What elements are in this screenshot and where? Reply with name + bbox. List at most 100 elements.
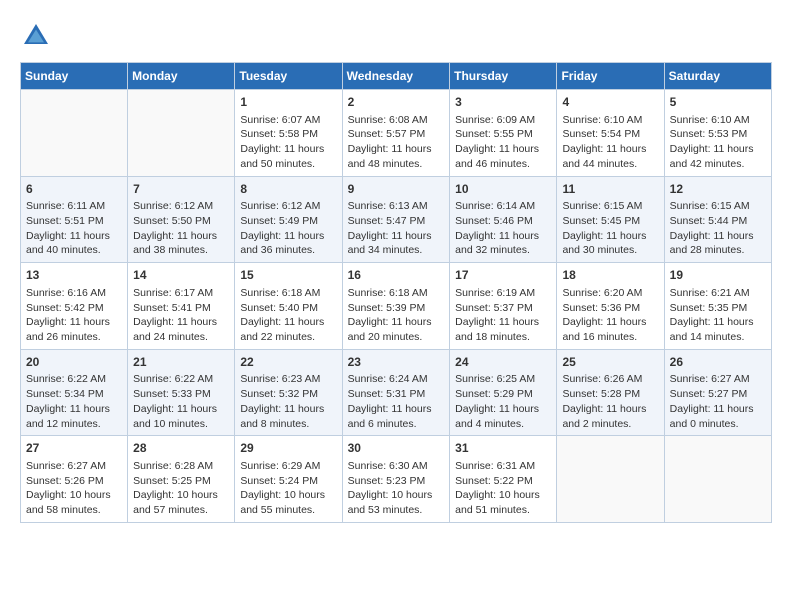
day-content: Sunrise: 6:17 AM Sunset: 5:41 PM Dayligh… — [133, 286, 229, 345]
day-number: 2 — [348, 94, 445, 111]
calendar-cell — [21, 90, 128, 177]
calendar-week-1: 1 Sunrise: 6:07 AM Sunset: 5:58 PM Daylig… — [21, 90, 772, 177]
day-number: 19 — [670, 267, 766, 284]
calendar-header: SundayMondayTuesdayWednesdayThursdayFrid… — [21, 63, 772, 90]
day-content: Sunrise: 6:13 AM Sunset: 5:47 PM Dayligh… — [348, 199, 445, 258]
day-number: 20 — [26, 354, 122, 371]
day-number: 10 — [455, 181, 551, 198]
day-number: 22 — [240, 354, 336, 371]
calendar-cell: 15Sunrise: 6:18 AM Sunset: 5:40 PM Dayli… — [235, 263, 342, 350]
day-number: 17 — [455, 267, 551, 284]
logo-icon — [20, 20, 52, 52]
header-day-tuesday: Tuesday — [235, 63, 342, 90]
header-day-monday: Monday — [128, 63, 235, 90]
calendar-cell: 5 Sunrise: 6:10 AM Sunset: 5:53 PM Daylig… — [664, 90, 771, 177]
day-content: Sunrise: 6:26 AM Sunset: 5:28 PM Dayligh… — [562, 372, 658, 431]
calendar-cell: 29Sunrise: 6:29 AM Sunset: 5:24 PM Dayli… — [235, 436, 342, 523]
calendar-week-5: 27Sunrise: 6:27 AM Sunset: 5:26 PM Dayli… — [21, 436, 772, 523]
header-day-saturday: Saturday — [664, 63, 771, 90]
calendar-cell: 16 Sunrise: 6:18 AM Sunset: 5:39 PM Dayli… — [342, 263, 450, 350]
day-number: 18 — [562, 267, 658, 284]
day-number: 9 — [348, 181, 445, 198]
day-content: Sunrise: 6:15 AM Sunset: 5:45 PM Dayligh… — [562, 199, 658, 258]
calendar-week-4: 20Sunrise: 6:22 AM Sunset: 5:34 PM Dayli… — [21, 349, 772, 436]
calendar-cell: 26Sunrise: 6:27 AM Sunset: 5:27 PM Dayli… — [664, 349, 771, 436]
calendar-cell: 24Sunrise: 6:25 AM Sunset: 5:29 PM Dayli… — [450, 349, 557, 436]
page-header — [20, 20, 772, 52]
calendar-table: SundayMondayTuesdayWednesdayThursdayFrid… — [20, 62, 772, 523]
day-content: Sunrise: 6:21 AM Sunset: 5:35 PM Dayligh… — [670, 286, 766, 345]
day-number: 27 — [26, 440, 122, 457]
header-day-friday: Friday — [557, 63, 664, 90]
day-content: Sunrise: 6:11 AM Sunset: 5:51 PM Dayligh… — [26, 199, 122, 258]
day-content: Sunrise: 6:22 AM Sunset: 5:34 PM Dayligh… — [26, 372, 122, 431]
header-row: SundayMondayTuesdayWednesdayThursdayFrid… — [21, 63, 772, 90]
day-number: 16 — [348, 267, 445, 284]
calendar-cell: 8Sunrise: 6:12 AM Sunset: 5:49 PM Daylig… — [235, 176, 342, 263]
calendar-cell: 2Sunrise: 6:08 AM Sunset: 5:57 PM Daylig… — [342, 90, 450, 177]
calendar-week-3: 13Sunrise: 6:16 AM Sunset: 5:42 PM Dayli… — [21, 263, 772, 350]
calendar-cell: 25Sunrise: 6:26 AM Sunset: 5:28 PM Dayli… — [557, 349, 664, 436]
day-content: Sunrise: 6:10 AM Sunset: 5:54 PM Dayligh… — [562, 113, 658, 172]
day-content: Sunrise: 6:31 AM Sunset: 5:22 PM Dayligh… — [455, 459, 551, 518]
calendar-cell: 4 Sunrise: 6:10 AM Sunset: 5:54 PM Daylig… — [557, 90, 664, 177]
day-content: Sunrise: 6:25 AM Sunset: 5:29 PM Dayligh… — [455, 372, 551, 431]
calendar-cell: 21Sunrise: 6:22 AM Sunset: 5:33 PM Dayli… — [128, 349, 235, 436]
day-number: 11 — [562, 181, 658, 198]
day-number: 3 — [455, 94, 551, 111]
day-number: 28 — [133, 440, 229, 457]
day-number: 21 — [133, 354, 229, 371]
calendar-cell — [128, 90, 235, 177]
calendar-cell: 23Sunrise: 6:24 AM Sunset: 5:31 PM Dayli… — [342, 349, 450, 436]
day-content: Sunrise: 6:30 AM Sunset: 5:23 PM Dayligh… — [348, 459, 445, 518]
day-content: Sunrise: 6:18 AM Sunset: 5:40 PM Dayligh… — [240, 286, 336, 345]
day-number: 6 — [26, 181, 122, 198]
calendar-cell — [557, 436, 664, 523]
calendar-cell — [664, 436, 771, 523]
calendar-cell: 6Sunrise: 6:11 AM Sunset: 5:51 PM Daylig… — [21, 176, 128, 263]
day-number: 5 — [670, 94, 766, 111]
day-content: Sunrise: 6:07 AM Sunset: 5:58 PM Dayligh… — [240, 113, 336, 172]
calendar-cell: 12Sunrise: 6:15 AM Sunset: 5:44 PM Dayli… — [664, 176, 771, 263]
day-number: 12 — [670, 181, 766, 198]
day-content: Sunrise: 6:09 AM Sunset: 5:55 PM Dayligh… — [455, 113, 551, 172]
day-content: Sunrise: 6:10 AM Sunset: 5:53 PM Dayligh… — [670, 113, 766, 172]
day-content: Sunrise: 6:18 AM Sunset: 5:39 PM Dayligh… — [348, 286, 445, 345]
calendar-cell: 13Sunrise: 6:16 AM Sunset: 5:42 PM Dayli… — [21, 263, 128, 350]
day-content: Sunrise: 6:16 AM Sunset: 5:42 PM Dayligh… — [26, 286, 122, 345]
header-day-thursday: Thursday — [450, 63, 557, 90]
calendar-cell: 11Sunrise: 6:15 AM Sunset: 5:45 PM Dayli… — [557, 176, 664, 263]
calendar-cell: 27Sunrise: 6:27 AM Sunset: 5:26 PM Dayli… — [21, 436, 128, 523]
logo — [20, 20, 56, 52]
day-number: 31 — [455, 440, 551, 457]
header-day-wednesday: Wednesday — [342, 63, 450, 90]
calendar-cell: 3 Sunrise: 6:09 AM Sunset: 5:55 PM Daylig… — [450, 90, 557, 177]
calendar-cell: 28 Sunrise: 6:28 AM Sunset: 5:25 PM Dayli… — [128, 436, 235, 523]
day-content: Sunrise: 6:15 AM Sunset: 5:44 PM Dayligh… — [670, 199, 766, 258]
day-content: Sunrise: 6:20 AM Sunset: 5:36 PM Dayligh… — [562, 286, 658, 345]
day-content: Sunrise: 6:27 AM Sunset: 5:27 PM Dayligh… — [670, 372, 766, 431]
day-number: 8 — [240, 181, 336, 198]
day-content: Sunrise: 6:22 AM Sunset: 5:33 PM Dayligh… — [133, 372, 229, 431]
calendar-cell: 7Sunrise: 6:12 AM Sunset: 5:50 PM Daylig… — [128, 176, 235, 263]
day-number: 4 — [562, 94, 658, 111]
calendar-cell: 9Sunrise: 6:13 AM Sunset: 5:47 PM Daylig… — [342, 176, 450, 263]
calendar-cell: 1 Sunrise: 6:07 AM Sunset: 5:58 PM Daylig… — [235, 90, 342, 177]
calendar-cell: 17 Sunrise: 6:19 AM Sunset: 5:37 PM Dayli… — [450, 263, 557, 350]
day-number: 30 — [348, 440, 445, 457]
calendar-cell: 20Sunrise: 6:22 AM Sunset: 5:34 PM Dayli… — [21, 349, 128, 436]
day-content: Sunrise: 6:24 AM Sunset: 5:31 PM Dayligh… — [348, 372, 445, 431]
calendar-cell: 14 Sunrise: 6:17 AM Sunset: 5:41 PM Dayli… — [128, 263, 235, 350]
calendar-week-2: 6Sunrise: 6:11 AM Sunset: 5:51 PM Daylig… — [21, 176, 772, 263]
day-number: 1 — [240, 94, 336, 111]
day-number: 14 — [133, 267, 229, 284]
calendar-cell: 31 Sunrise: 6:31 AM Sunset: 5:22 PM Dayli… — [450, 436, 557, 523]
calendar-cell: 22Sunrise: 6:23 AM Sunset: 5:32 PM Dayli… — [235, 349, 342, 436]
day-number: 26 — [670, 354, 766, 371]
day-number: 7 — [133, 181, 229, 198]
day-content: Sunrise: 6:28 AM Sunset: 5:25 PM Dayligh… — [133, 459, 229, 518]
calendar-cell: 30 Sunrise: 6:30 AM Sunset: 5:23 PM Dayli… — [342, 436, 450, 523]
calendar-body: 1 Sunrise: 6:07 AM Sunset: 5:58 PM Daylig… — [21, 90, 772, 523]
day-content: Sunrise: 6:19 AM Sunset: 5:37 PM Dayligh… — [455, 286, 551, 345]
day-number: 24 — [455, 354, 551, 371]
